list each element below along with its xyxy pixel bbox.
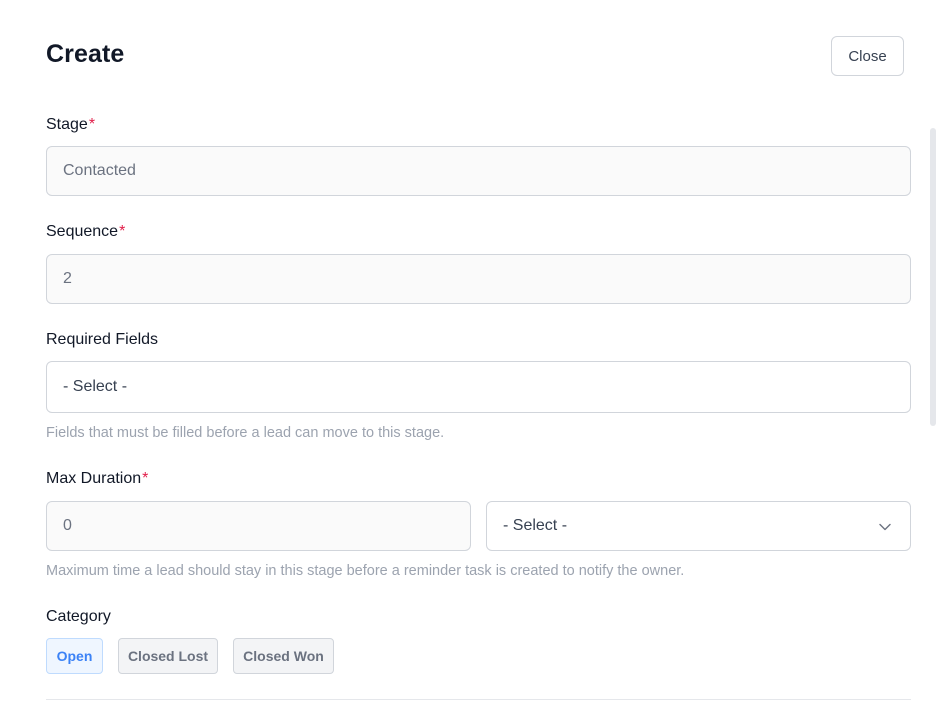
sequence-value: 2	[63, 270, 72, 287]
category-chip-closed-lost[interactable]: Closed Lost	[118, 638, 218, 674]
chevron-down-icon	[879, 523, 891, 531]
required-mark: *	[119, 223, 126, 240]
sequence-label-text: Sequence	[46, 223, 119, 240]
duration-unit-selected: - Select -	[503, 517, 568, 534]
required-fields-select[interactable]: - Select -	[46, 361, 911, 413]
required-fields-hint: Fields that must be filled before a lead…	[46, 425, 445, 441]
stage-field[interactable]: Contacted	[46, 146, 911, 196]
category-label-text: Category	[46, 608, 111, 625]
sequence-label: Sequence*	[46, 223, 125, 241]
scrollbar[interactable]	[930, 128, 936, 426]
stage-label: Stage*	[46, 116, 95, 134]
stage-value: Contacted	[63, 162, 136, 179]
stage-label-text: Stage	[46, 116, 88, 133]
max-duration-value: 0	[63, 517, 72, 534]
category-label: Category	[46, 608, 111, 626]
required-mark: *	[142, 470, 149, 487]
sequence-field[interactable]: 2	[46, 254, 911, 304]
required-mark: *	[88, 116, 96, 133]
max-duration-label-text: Max Duration	[46, 470, 142, 487]
close-button[interactable]: Close	[831, 36, 904, 76]
category-chip-closed-won[interactable]: Closed Won	[233, 638, 334, 674]
create-dialog: Create Close Stage* Contacted Sequence* …	[0, 0, 946, 711]
required-fields-label: Required Fields	[46, 331, 158, 349]
max-duration-label: Max Duration*	[46, 470, 148, 488]
footer-divider	[46, 699, 911, 700]
duration-unit-select[interactable]: - Select -	[486, 501, 911, 551]
max-duration-input[interactable]: 0	[46, 501, 471, 551]
max-duration-hint: Maximum time a lead should stay in this …	[46, 563, 685, 579]
required-fields-label-text: Required Fields	[46, 331, 159, 348]
required-fields-selected: - Select -	[63, 378, 128, 395]
category-chip-open[interactable]: Open	[46, 638, 103, 674]
page-title: Create	[46, 40, 125, 68]
